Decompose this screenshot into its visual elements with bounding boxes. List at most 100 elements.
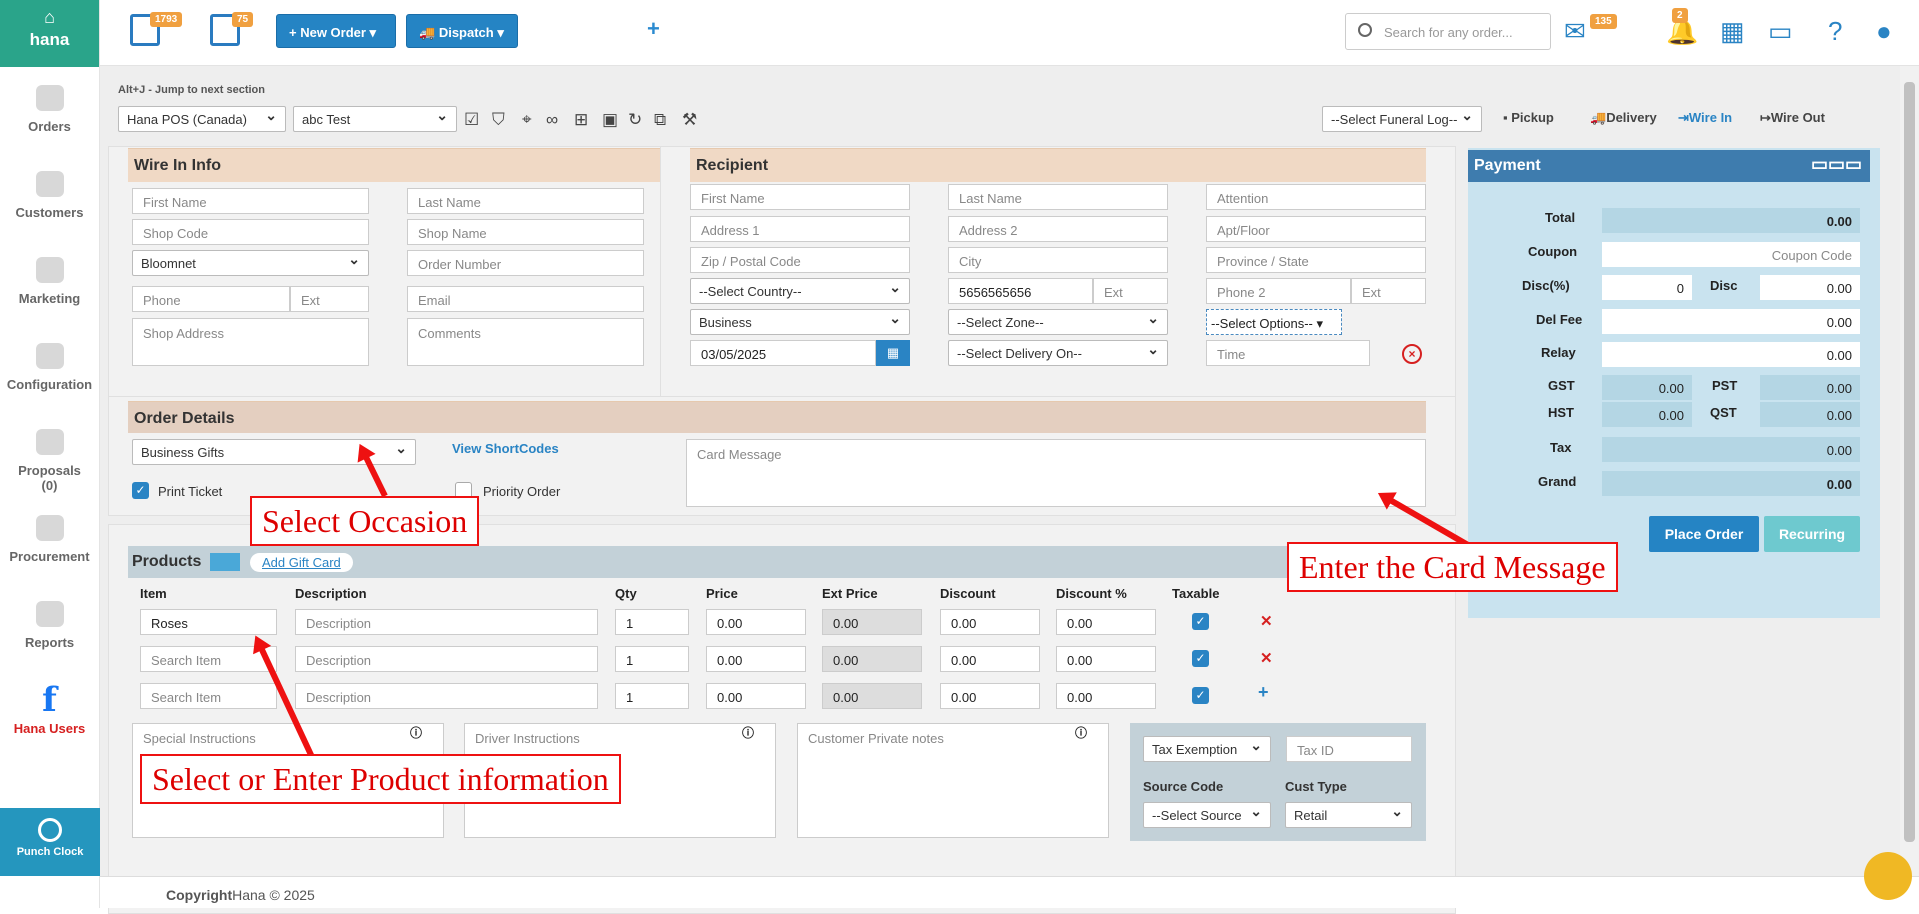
wire-email-field[interactable]: Email (407, 286, 644, 312)
check-icon[interactable]: ☑ (464, 110, 479, 130)
province-field[interactable]: Province / State (1206, 247, 1426, 273)
home-logo[interactable]: ⌂ hana (0, 0, 99, 67)
tags-icon[interactable]: ⛉ (492, 110, 505, 130)
wire-out-option[interactable]: ↦Wire Out (1760, 110, 1825, 126)
price-input[interactable]: 0.00 (706, 683, 806, 709)
user-icon[interactable]: ● (1876, 18, 1892, 44)
recipient-ext-field[interactable]: Ext (1093, 278, 1168, 304)
add-row-icon[interactable]: + (1258, 682, 1269, 703)
source-code-select[interactable]: --Select Source (1143, 802, 1271, 828)
sidebar-item-customers[interactable]: Customers (0, 153, 99, 239)
scrollbar-thumb[interactable] (1904, 82, 1915, 842)
phone2-field[interactable]: Phone 2 (1206, 278, 1351, 304)
scrollbar[interactable] (1900, 66, 1919, 876)
discount-input[interactable]: 0.00 (940, 683, 1040, 709)
tax-exemption-select[interactable]: Tax Exemption (1143, 736, 1271, 762)
del-fee-input[interactable]: 0.00 (1602, 309, 1860, 334)
chat-bubble-icon[interactable] (1864, 852, 1912, 900)
place-order-button[interactable]: Place Order (1649, 516, 1759, 552)
shop-name-field[interactable]: Shop Name (407, 219, 644, 245)
calendar-icon[interactable]: ▦ (876, 340, 910, 366)
discount-input[interactable]: 0.00 (940, 646, 1040, 672)
price-input[interactable]: 0.00 (706, 609, 806, 635)
private-notes-field[interactable]: Customer Private notes (797, 723, 1109, 838)
ext2-field[interactable]: Ext (1351, 278, 1426, 304)
funeral-log-select[interactable]: --Select Funeral Log-- (1322, 106, 1482, 132)
wire-first-name[interactable]: First Name (132, 188, 369, 214)
discount-input[interactable]: 0.00 (940, 609, 1040, 635)
recurring-button[interactable]: Recurring (1764, 516, 1860, 552)
store-select[interactable]: Hana POS (Canada) (118, 106, 286, 132)
apt-field[interactable]: Apt/Floor (1206, 216, 1426, 242)
relay-input[interactable]: 0.00 (1602, 342, 1860, 367)
card-message-field[interactable]: Card Message (686, 439, 1426, 507)
address1-field[interactable]: Address 1 (690, 216, 910, 242)
description-input[interactable]: Description (295, 646, 598, 672)
view-shortcodes-link[interactable]: View ShortCodes (452, 441, 559, 456)
basket-icon[interactable]: ⊞ (574, 110, 588, 130)
discount-pct-input[interactable]: 0.00 (1056, 683, 1156, 709)
attention-field[interactable]: Attention (1206, 184, 1426, 210)
wire-comments-field[interactable]: Comments (407, 318, 644, 366)
network-select[interactable]: Bloomnet (132, 250, 369, 276)
discount-pct-input[interactable]: 0.00 (1056, 609, 1156, 635)
sidebar-item-configuration[interactable]: Configuration (0, 325, 99, 411)
wire-last-name[interactable]: Last Name (407, 188, 644, 214)
city-field[interactable]: City (948, 247, 1168, 273)
mail-icon[interactable]: ✉ (1564, 18, 1586, 44)
sidebar-item-hana-users[interactable]: f Hana Users (0, 669, 99, 755)
pickup-option[interactable]: ▪ Pickup (1503, 110, 1554, 125)
cust-type-select[interactable]: Retail (1285, 802, 1412, 828)
sidebar-item-orders[interactable]: Orders (0, 67, 99, 153)
price-input[interactable]: 0.00 (706, 646, 806, 672)
qty-input[interactable]: 1 (615, 683, 689, 709)
remove-row-icon[interactable]: ✕ (1260, 612, 1273, 630)
binoculars-icon[interactable]: ∞ (546, 110, 558, 130)
address2-field[interactable]: Address 2 (948, 216, 1168, 242)
wire-in-option[interactable]: ⇥Wire In (1678, 110, 1732, 126)
description-input[interactable]: Description (295, 683, 598, 709)
refresh-icon[interactable]: ↻ (628, 110, 642, 130)
date-field[interactable]: 03/05/2025 (690, 340, 876, 366)
tax-id-field[interactable]: Tax ID (1286, 736, 1412, 762)
wire-ext-field[interactable]: Ext (290, 286, 369, 312)
delivery-option[interactable]: 🚚Delivery (1590, 110, 1657, 126)
description-input[interactable]: Description (295, 609, 598, 635)
time-field[interactable]: Time (1206, 340, 1370, 366)
copy-icon[interactable]: ⧉ (654, 110, 666, 130)
zone-select[interactable]: --Select Zone-- (948, 309, 1168, 335)
shop-code-field[interactable]: Shop Code (132, 219, 369, 245)
recipient-last-name[interactable]: Last Name (948, 184, 1168, 210)
address-type-select[interactable]: Business (690, 309, 910, 335)
dispatch-button[interactable]: 🚚 Dispatch ▾ (406, 14, 518, 48)
taxable-checkbox[interactable]: ✓ (1192, 613, 1209, 630)
sidebar-item-proposals[interactable]: Proposals (0) (0, 411, 99, 497)
add-icon[interactable]: + (647, 16, 660, 42)
order-number-field[interactable]: Order Number (407, 250, 644, 276)
delivery-on-select[interactable]: --Select Delivery On-- (948, 340, 1168, 366)
location-icon[interactable]: ⌖ (522, 110, 532, 130)
sidebar-item-reports[interactable]: Reports (0, 583, 99, 669)
options-dropdown[interactable]: --Select Options-- ▾ (1206, 309, 1342, 335)
sidebar-item-procurement[interactable]: Procurement (0, 497, 99, 583)
shop-address-field[interactable]: Shop Address (132, 318, 369, 366)
qty-input[interactable]: 1 (615, 646, 689, 672)
sidebar-item-marketing[interactable]: Marketing (0, 239, 99, 325)
user-select[interactable]: abc Test (293, 106, 457, 132)
item-input[interactable]: Roses (140, 609, 277, 635)
help-icon[interactable]: ? (1828, 18, 1842, 44)
taxable-checkbox[interactable]: ✓ (1192, 687, 1209, 704)
zip-field[interactable]: Zip / Postal Code (690, 247, 910, 273)
disc-pct-input[interactable]: 0 (1602, 275, 1692, 300)
calendar-icon[interactable]: ▦ (1720, 18, 1745, 44)
coupon-input[interactable]: Coupon Code (1602, 242, 1860, 267)
recipient-phone-field[interactable]: 5656565656 (948, 278, 1093, 304)
taxable-checkbox[interactable]: ✓ (1192, 650, 1209, 667)
recipient-first-name[interactable]: First Name (690, 184, 910, 210)
new-order-button[interactable]: + New Order ▾ (276, 14, 396, 48)
punch-clock-button[interactable]: Punch Clock (0, 808, 100, 876)
remove-row-icon[interactable]: ✕ (1260, 649, 1273, 667)
disc-input[interactable]: 0.00 (1760, 275, 1860, 300)
country-select[interactable]: --Select Country-- (690, 278, 910, 304)
clear-time-icon[interactable]: × (1402, 344, 1422, 364)
